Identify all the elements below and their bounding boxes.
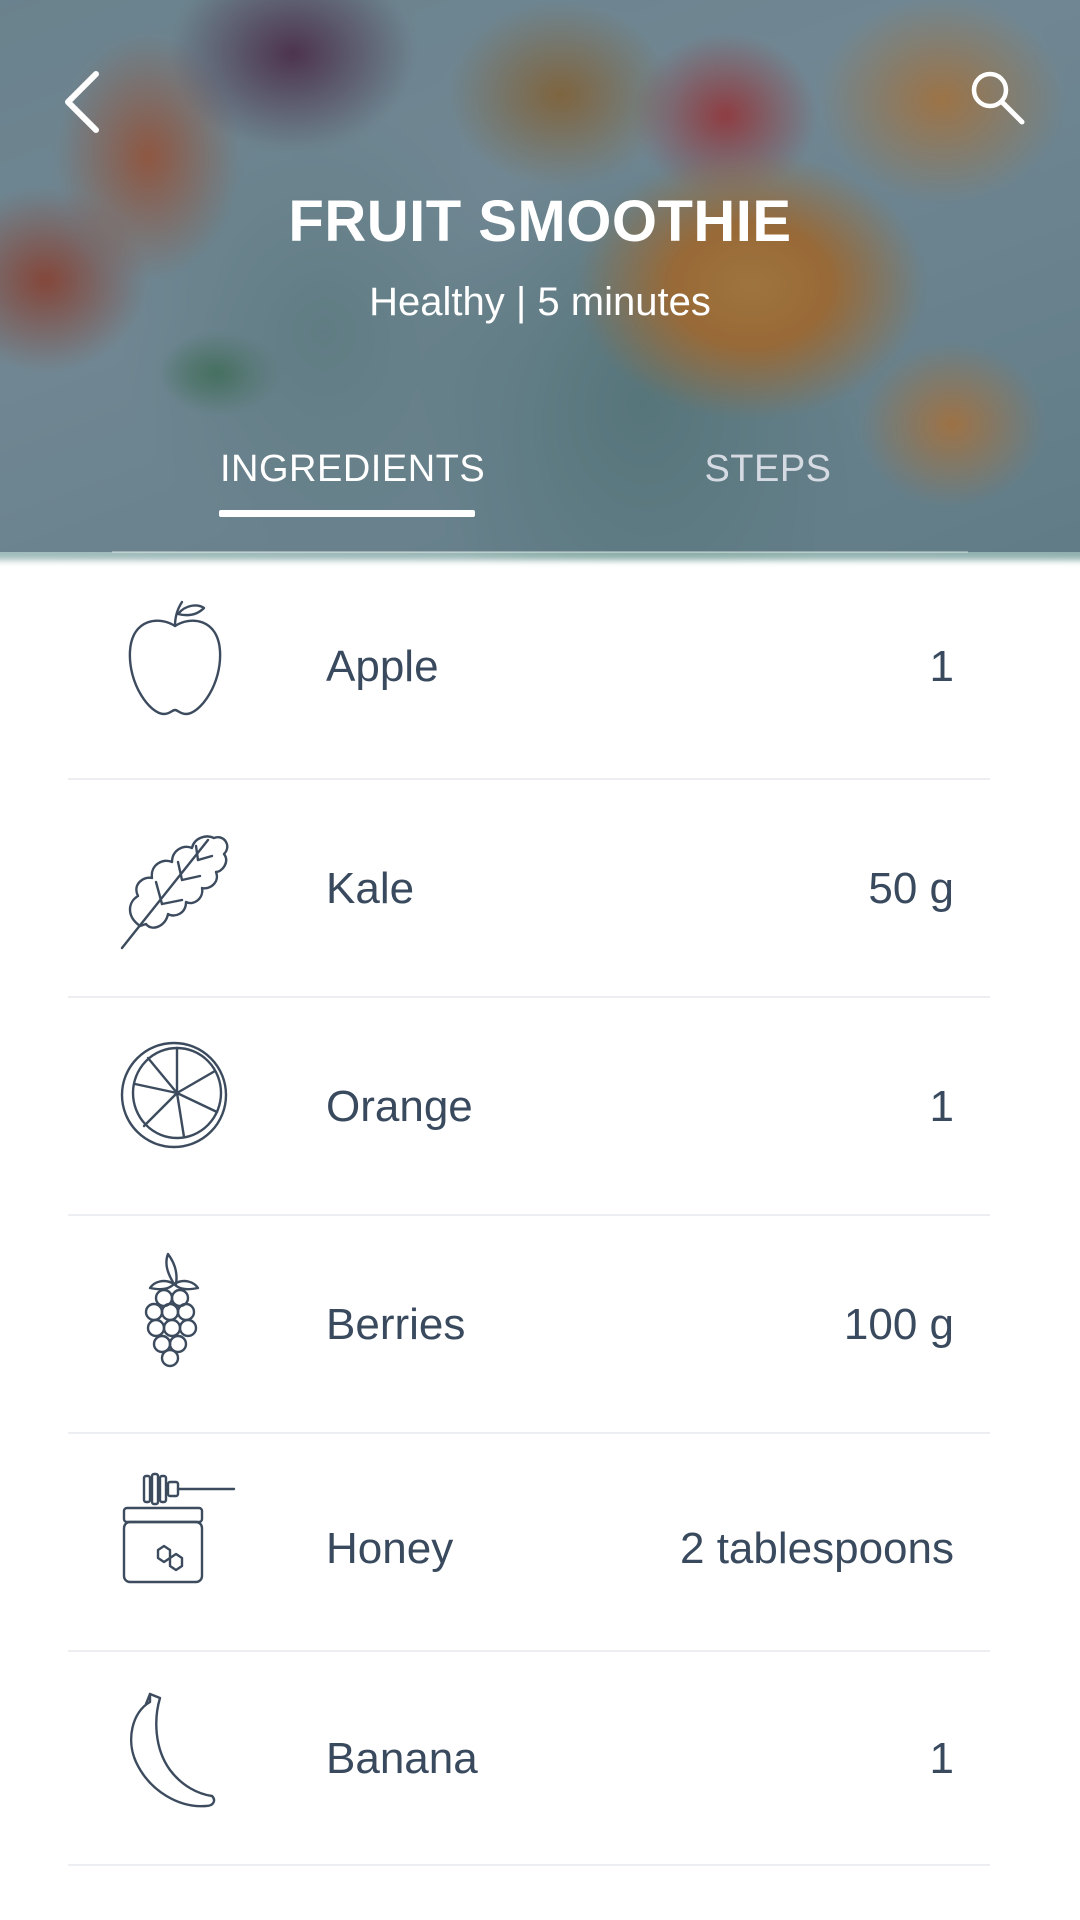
ingredient-row-kale[interactable]: Kale 50 g	[68, 778, 990, 998]
raspberry-icon	[120, 1248, 230, 1378]
page-title: FRUIT SMOOTHIE	[288, 189, 792, 254]
chevron-left-icon	[65, 71, 99, 133]
ingredient-quantity: 1	[929, 1734, 954, 1783]
tab-steps[interactable]: STEPS	[668, 448, 868, 518]
orange-slice-icon	[120, 1040, 230, 1170]
tab-ingredients[interactable]: INGREDIENTS	[220, 448, 485, 518]
ingredient-quantity: 1	[929, 642, 954, 691]
ingredient-quantity: 50 g	[868, 864, 954, 913]
active-tab-indicator	[219, 510, 475, 517]
apple-icon	[120, 596, 230, 726]
ingredient-quantity: 100 g	[843, 1300, 954, 1349]
ingredient-row-banana[interactable]: Banana 1	[68, 1650, 990, 1866]
ingredient-name: Apple	[326, 642, 439, 691]
ingredient-name: Berries	[326, 1300, 466, 1349]
ingredient-row-berries[interactable]: Berries 100 g	[68, 1214, 990, 1434]
ingredient-name: Honey	[326, 1524, 454, 1573]
back-button[interactable]	[58, 66, 112, 138]
kale-leaf-icon	[120, 820, 230, 950]
ingredient-row-apple[interactable]: Apple 1	[68, 552, 990, 780]
ingredient-name: Banana	[326, 1734, 478, 1783]
hero-overlay	[0, 0, 1080, 552]
ingredient-row-orange[interactable]: Orange 1	[68, 996, 990, 1216]
honey-jar-icon	[120, 1468, 250, 1598]
ingredient-name: Orange	[326, 1082, 473, 1131]
banana-icon	[120, 1688, 230, 1818]
search-icon	[971, 71, 1025, 125]
recipe-meta: Healthy | 5 minutes	[369, 280, 711, 324]
ingredient-quantity: 1	[929, 1082, 954, 1131]
ingredient-quantity: 2 tablespoons	[680, 1524, 954, 1573]
search-button[interactable]	[966, 66, 1030, 130]
ingredient-name: Kale	[326, 864, 415, 913]
ingredient-row-honey[interactable]: Honey 2 tablespoons	[68, 1432, 990, 1652]
